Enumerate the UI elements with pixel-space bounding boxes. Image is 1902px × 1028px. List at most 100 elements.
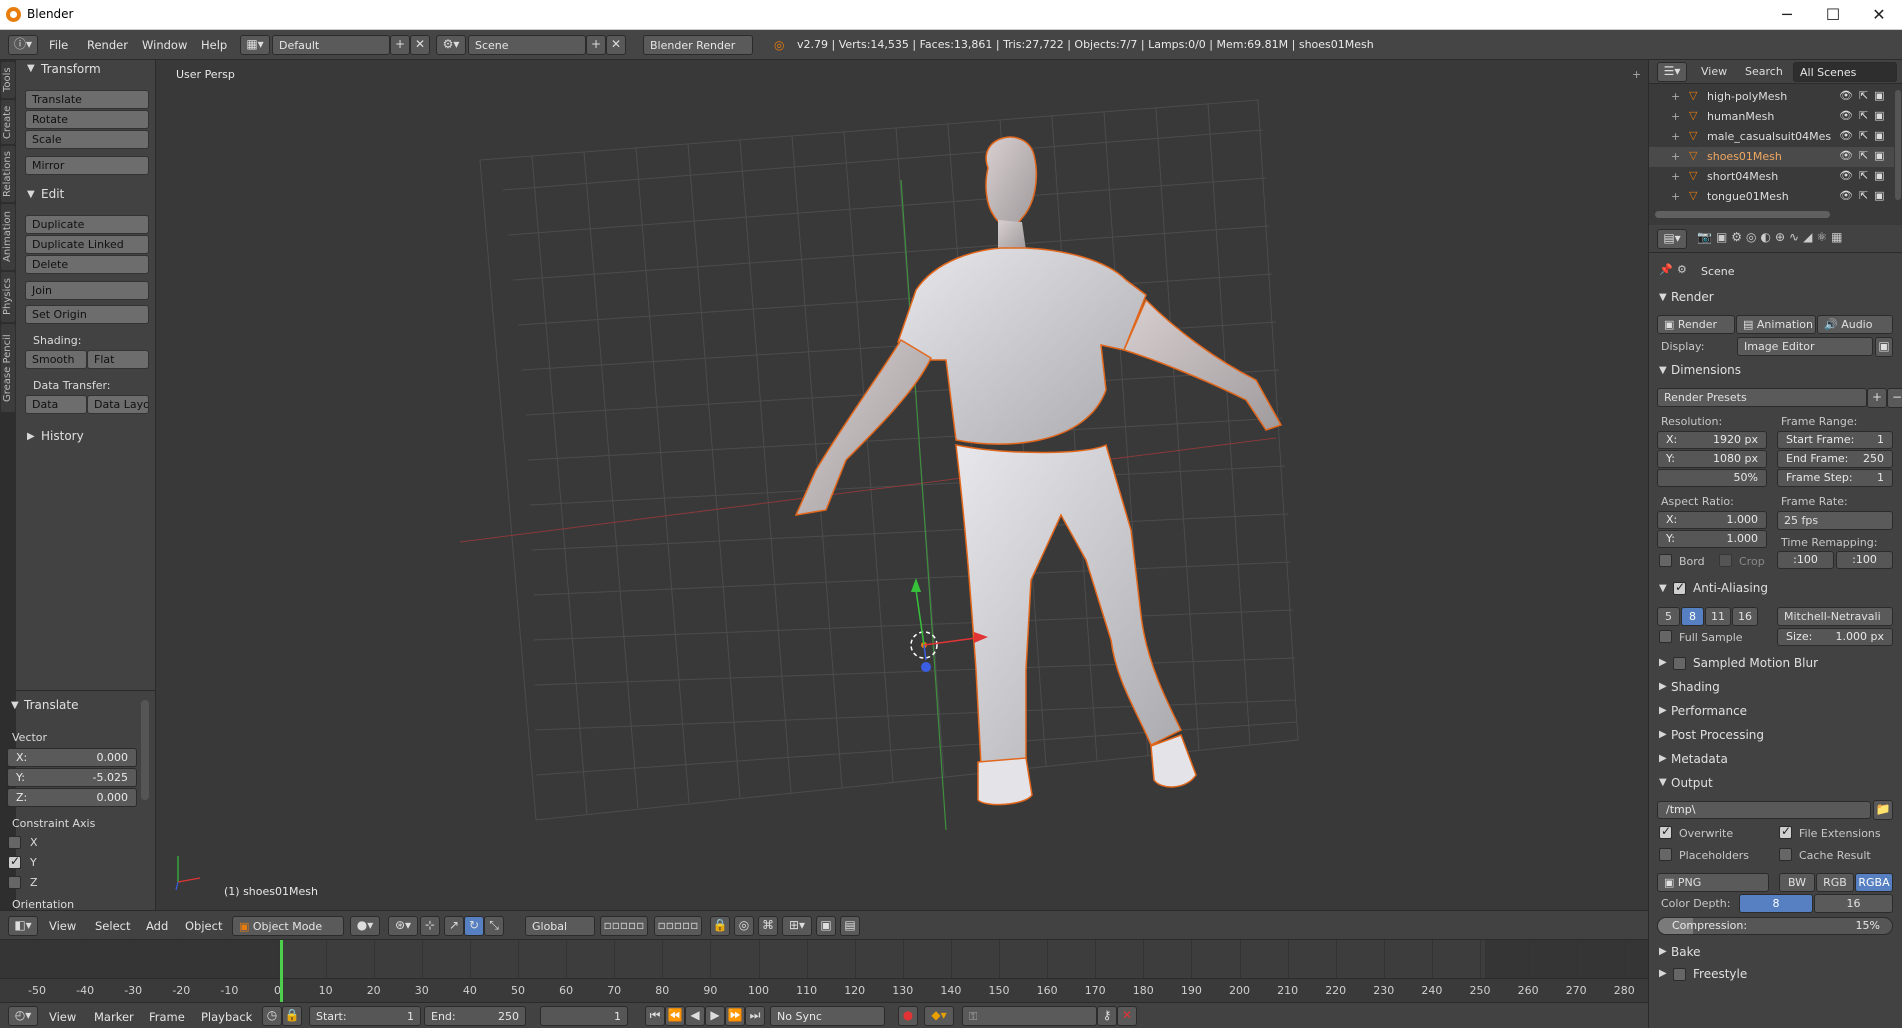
outliner-display-dropdown[interactable]: All Scenes [1793,62,1897,82]
row-visibility-icons[interactable]: 👁⇱▣ [1839,109,1891,122]
edit-collapse-icon[interactable]: ▼ [27,189,35,200]
jump-start-icon[interactable]: ⏮ [645,1006,665,1026]
antialiasing-checkbox[interactable] [1673,580,1686,595]
context-tabs-icons[interactable]: 📷▣⚙◎◐⊕∿◢⚛▦ [1697,230,1846,244]
view3d-menu-object[interactable]: Object [185,919,222,933]
rotate-button[interactable]: Rotate [25,110,149,129]
pin-icon[interactable]: 📌 [1659,263,1673,276]
timeline-menu-playback[interactable]: Playback [201,1010,252,1024]
keying-icon[interactable]: ◆▾ [924,1006,954,1026]
metadata-expand-icon[interactable]: ▶ [1659,753,1667,764]
tab-create[interactable]: Create [1,100,15,144]
folder-browse-icon[interactable]: 📁 [1873,800,1893,820]
jump-keyframe-forward-icon[interactable]: ⏩ [725,1006,745,1026]
border-checkbox[interactable] [1659,554,1672,567]
output-collapse-icon[interactable]: ▼ [1659,777,1667,788]
shading-panel-title[interactable]: Shading [1671,680,1902,694]
end-frame-field[interactable]: End: 250 [424,1006,526,1026]
frame-step-field[interactable]: Frame Step: 1 [1777,469,1893,487]
crop-checkbox[interactable] [1719,554,1732,567]
freestyle-expand-icon[interactable]: ▶ [1659,968,1667,979]
snap-toggle-icon[interactable]: ⌘ [758,916,778,936]
menu-file[interactable]: File [49,38,68,52]
lock-range-icon[interactable]: 🔒 [282,1006,302,1026]
aa-samples-16[interactable]: 16 [1732,607,1758,626]
file-format-dropdown[interactable]: ▣ PNG [1657,873,1769,892]
layer-buttons-2[interactable]: ▫▫▫▫▫ [654,916,702,936]
resolution-percentage-field[interactable]: 50% [1657,469,1767,487]
compression-slider[interactable]: Compression: 15% [1657,917,1893,935]
scene-icon[interactable]: ⚙▾ [436,35,466,55]
dimensions-panel-title[interactable]: Dimensions [1671,363,1902,377]
tab-grease-pencil[interactable]: Grease Pencil [1,324,15,412]
motion-blur-panel-title[interactable]: Sampled Motion Blur [1693,656,1873,670]
render-engine-dropdown[interactable]: Blender Render [643,35,753,55]
preview-range-icon[interactable]: ◷ [262,1006,282,1026]
editor-type-timeline-icon[interactable]: ◴▾ [8,1006,38,1026]
post-processing-panel-title[interactable]: Post Processing [1671,728,1902,742]
layer-buttons-1[interactable]: ▫▫▫▫▫ [600,916,648,936]
edit-panel-title[interactable]: Edit [41,187,64,201]
insert-keyframe-icon[interactable]: ⚷ [1097,1006,1117,1026]
outliner-row[interactable]: + ▽ humanMesh 👁⇱▣ [1649,107,1894,127]
play-icon[interactable]: ▶ [705,1006,725,1026]
aspect-x-field[interactable]: X: 1.000 [1657,511,1767,529]
viewport-shading-icon[interactable]: ●▾ [350,916,380,936]
frame-rate-dropdown[interactable]: 25 fps [1777,511,1893,530]
placeholders-checkbox[interactable] [1659,848,1672,861]
vector-x-field[interactable]: X: 0.000 [7,748,137,767]
delete-button[interactable]: Delete [25,255,149,274]
outliner-item-name[interactable]: shoes01Mesh [1707,150,1782,163]
render-button[interactable]: ▣ Render [1657,315,1735,334]
remove-scene-icon[interactable]: ✕ [606,35,626,55]
overwrite-checkbox[interactable] [1659,824,1672,839]
render-collapse-icon[interactable]: ▼ [1659,292,1667,303]
expand-icon[interactable]: + [1671,190,1680,203]
outliner-item-name[interactable]: tongue01Mesh [1707,190,1789,203]
performance-panel-title[interactable]: Performance [1671,704,1902,718]
flat-button[interactable]: Flat [87,350,149,369]
operator-scrollbar[interactable] [141,700,149,800]
bake-expand-icon[interactable]: ▶ [1659,946,1667,957]
manipulator-toggle-icon[interactable]: ⊹ [420,916,440,936]
translate-button[interactable]: Translate [25,90,149,109]
view3d-menu-add[interactable]: Add [146,919,168,933]
aspect-y-field[interactable]: Y: 1.000 [1657,530,1767,548]
pivot-point-icon[interactable]: ⊛▾ [388,916,418,936]
vector-y-field[interactable]: Y: -5.025 [7,768,137,787]
aa-filter-dropdown[interactable]: Mitchell-Netravali [1777,607,1893,626]
transform-orientation-dropdown[interactable]: Global [525,916,595,936]
outliner-row-selected[interactable]: + ▽ shoes01Mesh 👁⇱▣ [1649,147,1894,167]
color-depth-16[interactable]: 16 [1814,894,1893,913]
history-expand-icon[interactable]: ▶ [27,431,35,442]
outliner-horizontal-scrollbar[interactable] [1655,211,1830,218]
mirror-button[interactable]: Mirror [25,156,149,175]
outliner-row[interactable]: + ▽ short04Mesh 👁⇱▣ [1649,167,1894,187]
outliner-row[interactable]: + ▽ male_casualsuit04Mes 👁⇱▣ [1649,127,1894,147]
lock-layers-icon[interactable]: 🔒 [710,916,730,936]
snap-element-icon[interactable]: ⊞▾ [782,916,812,936]
current-frame-indicator[interactable] [280,940,283,1002]
tab-relations[interactable]: Relations [1,146,15,202]
dimensions-collapse-icon[interactable]: ▼ [1659,365,1667,376]
remove-layout-icon[interactable]: ✕ [410,35,430,55]
smooth-button[interactable]: Smooth [25,350,87,369]
timeline[interactable]: -50 -40 -30 -20 -10 0 10 20 30 40 50 60 70 80 90 100 110… [0,940,1648,1002]
properties-toggle-icon[interactable]: + [1632,68,1644,81]
maximize-button[interactable]: ☐ [1810,0,1856,30]
render-icon[interactable]: ▣ [816,916,836,936]
row-visibility-icons[interactable]: 👁⇱▣ [1839,129,1891,142]
scale-button[interactable]: Scale [25,130,149,149]
resolution-x-field[interactable]: X: 1920 px [1657,431,1767,449]
expand-icon[interactable]: + [1671,150,1680,163]
transform-collapse-icon[interactable]: ▼ [27,63,35,74]
minimize-button[interactable]: ─ [1764,0,1810,30]
close-button[interactable]: ✕ [1856,0,1902,30]
operator-panel-title[interactable]: Translate [24,698,79,712]
scale-manipulator-icon[interactable]: ⤡ [484,916,504,936]
metadata-panel-title[interactable]: Metadata [1671,752,1902,766]
antialiasing-collapse-icon[interactable]: ▼ [1659,583,1667,594]
view3d-menu-view[interactable]: View [49,919,76,933]
motion-blur-expand-icon[interactable]: ▶ [1659,657,1667,668]
aa-size-field[interactable]: Size: 1.000 px [1777,628,1893,646]
